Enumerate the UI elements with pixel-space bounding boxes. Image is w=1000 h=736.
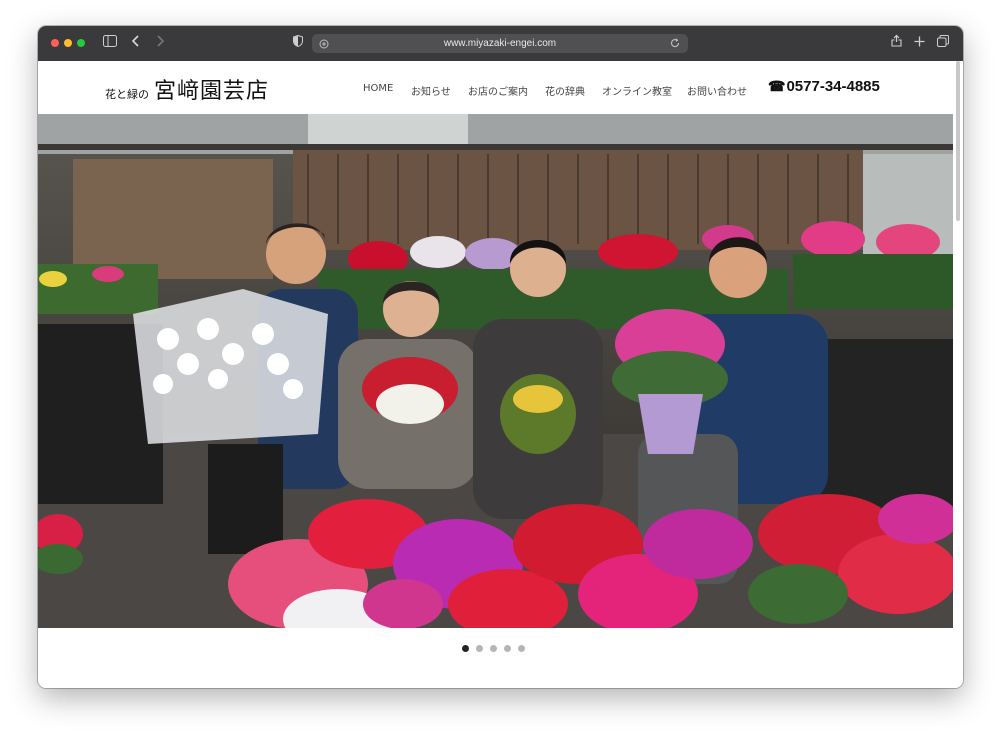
url-text[interactable]: www.miyazaki-engei.com xyxy=(312,34,688,53)
page-scrollbar[interactable] xyxy=(956,61,960,221)
nav-online-class[interactable]: オンライン教室 xyxy=(602,83,672,98)
slide-dot-5[interactable] xyxy=(518,645,525,652)
phone-number[interactable]: ☎0577-34-4885 xyxy=(768,78,880,95)
tabs-overview-icon[interactable] xyxy=(936,34,950,52)
zoom-button[interactable] xyxy=(77,39,85,47)
logo-title[interactable]: 宮﨑園芸店 xyxy=(154,73,269,105)
slide-dot-1[interactable] xyxy=(462,645,469,652)
nav-flower-dictionary[interactable]: 花の辞典 xyxy=(545,83,585,98)
hero-photo xyxy=(38,114,953,628)
phone-text: 0577-34-4885 xyxy=(786,78,880,95)
slide-dot-4[interactable] xyxy=(504,645,511,652)
address-bar[interactable]: www.miyazaki-engei.com xyxy=(312,34,688,53)
logo-tagline: 花と緑の xyxy=(105,88,149,101)
minimize-button[interactable] xyxy=(64,39,72,47)
share-icon[interactable] xyxy=(889,34,903,52)
close-button[interactable] xyxy=(51,39,59,47)
forward-icon[interactable] xyxy=(154,34,166,52)
nav-store-info[interactable]: お店のご案内 xyxy=(468,83,528,98)
nav-news[interactable]: お知らせ xyxy=(411,83,451,98)
browser-toolbar: www.miyazaki-engei.com xyxy=(38,26,963,62)
nav-home[interactable]: HOME xyxy=(363,83,393,94)
shield-icon[interactable] xyxy=(291,34,305,52)
phone-icon: ☎ xyxy=(768,78,786,94)
webpage: 花と緑の 宮﨑園芸店 HOME お知らせ お店のご案内 花の辞典 オンライン教室… xyxy=(38,61,963,688)
hero-slideshow-image[interactable] xyxy=(38,114,953,628)
browser-window: www.miyazaki-engei.com 花と緑の 宮﨑園芸店 HOME お… xyxy=(38,26,963,688)
nav-contact[interactable]: お問い合わせ xyxy=(687,83,747,98)
sidebar-icon[interactable] xyxy=(102,34,118,52)
back-icon[interactable] xyxy=(130,34,142,52)
slide-dot-3[interactable] xyxy=(490,645,497,652)
reload-icon[interactable] xyxy=(670,34,680,53)
new-tab-icon[interactable] xyxy=(912,34,926,52)
slide-dot-2[interactable] xyxy=(476,645,483,652)
